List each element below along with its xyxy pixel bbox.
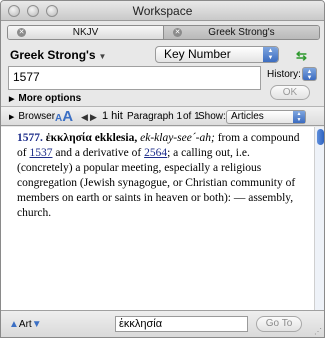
source-label: Greek Strong's xyxy=(10,48,96,62)
title-bar[interactable]: Workspace xyxy=(1,1,324,21)
ref-link-2564[interactable]: 2564 xyxy=(144,147,167,159)
history-popup-button[interactable]: ▲ ▼ xyxy=(302,67,317,81)
vertical-scrollbar[interactable] xyxy=(314,127,324,310)
entry-number: 1577. xyxy=(17,132,43,144)
article-content: 1577. ἐκκλησία ekklesia, ek-klay-see´-ah… xyxy=(1,127,314,310)
show-value: Articles xyxy=(231,111,264,122)
minimize-window-button[interactable] xyxy=(27,5,39,17)
nav-right-icon[interactable]: ▶ xyxy=(90,112,97,123)
source-selector[interactable]: Greek Strong's ▼ xyxy=(10,48,106,62)
show-label: Show: xyxy=(198,111,226,122)
popup-arrows-icon: ▲ ▼ xyxy=(293,111,305,123)
ok-button[interactable]: OK xyxy=(270,85,310,100)
key-type-value: Key Number xyxy=(164,47,231,61)
window-title: Workspace xyxy=(132,4,193,18)
nav-left-icon[interactable]: ◀ xyxy=(81,112,88,123)
zoom-window-button[interactable] xyxy=(46,5,58,17)
scroll-up-icon[interactable]: ▲ xyxy=(9,319,19,330)
browser-label: Browser xyxy=(18,111,56,122)
browser-toolbar: ▶ Browser AA ◀ ▶ 1 hit Paragraph 1 of 1 S… xyxy=(1,106,324,126)
text-size-large: A xyxy=(62,108,74,125)
entry-greek: ἐκκλησία xyxy=(45,132,92,144)
history-label: History: xyxy=(267,69,301,80)
dropdown-triangle-icon: ▼ xyxy=(98,52,107,61)
close-icon[interactable]: ✕ xyxy=(17,28,26,37)
text-size-icon[interactable]: AA xyxy=(55,108,73,125)
entry-text-2: and a derivative of xyxy=(52,147,145,159)
more-options-toggle[interactable]: ▶ More options xyxy=(9,93,81,104)
more-options-label: More options xyxy=(18,93,82,104)
key-type-select[interactable]: Key Number ▲ ▼ xyxy=(155,46,279,63)
query-input[interactable]: 1577 xyxy=(8,66,261,90)
close-window-button[interactable] xyxy=(8,5,20,17)
article-nav[interactable]: ▲Art▼ xyxy=(9,319,42,330)
goto-input[interactable]: ἐκκλησία xyxy=(115,316,248,332)
link-sync-icon[interactable]: ⇆ xyxy=(296,48,307,64)
paragraph-label: Paragraph 1 xyxy=(127,111,183,122)
scroll-down-icon[interactable]: ▼ xyxy=(32,319,42,330)
entry-translit: ekklesia, xyxy=(94,132,138,144)
bottom-bar: ▲Art▼ ἐκκλησία Go To xyxy=(1,310,324,337)
resize-grip-icon[interactable]: ⋰ xyxy=(314,327,322,336)
show-select[interactable]: Articles ▲ ▼ xyxy=(226,110,306,124)
workspace-window: Workspace ✕ NKJV ✕ Greek Strong's Greek … xyxy=(0,0,325,338)
art-label: Art xyxy=(18,319,32,330)
entry-pronunciation: ek-klay-see´-ah; xyxy=(140,132,215,144)
close-icon[interactable]: ✕ xyxy=(173,28,182,37)
tab-nkjv[interactable]: ✕ NKJV xyxy=(8,26,163,39)
scroll-thumb[interactable] xyxy=(317,129,324,145)
disclosure-triangle-icon: ▶ xyxy=(9,96,15,103)
ref-link-1537[interactable]: 1537 xyxy=(29,147,52,159)
tab-greek-strongs[interactable]: ✕ Greek Strong's xyxy=(163,26,319,39)
browser-toggle[interactable]: ▶ Browser xyxy=(9,111,55,122)
popup-arrows-icon: ▲ ▼ xyxy=(263,47,278,62)
hit-count: 1 hit xyxy=(102,110,123,122)
disclosure-triangle-icon: ▶ xyxy=(9,114,15,121)
goto-button[interactable]: Go To xyxy=(256,316,302,332)
tab-label: NKJV xyxy=(72,27,99,38)
tab-bar: ✕ NKJV ✕ Greek Strong's xyxy=(7,25,320,40)
entry-paragraph: 1577. ἐκκλησία ekklesia, ek-klay-see´-ah… xyxy=(17,131,306,221)
tab-label: Greek Strong's xyxy=(208,27,275,38)
